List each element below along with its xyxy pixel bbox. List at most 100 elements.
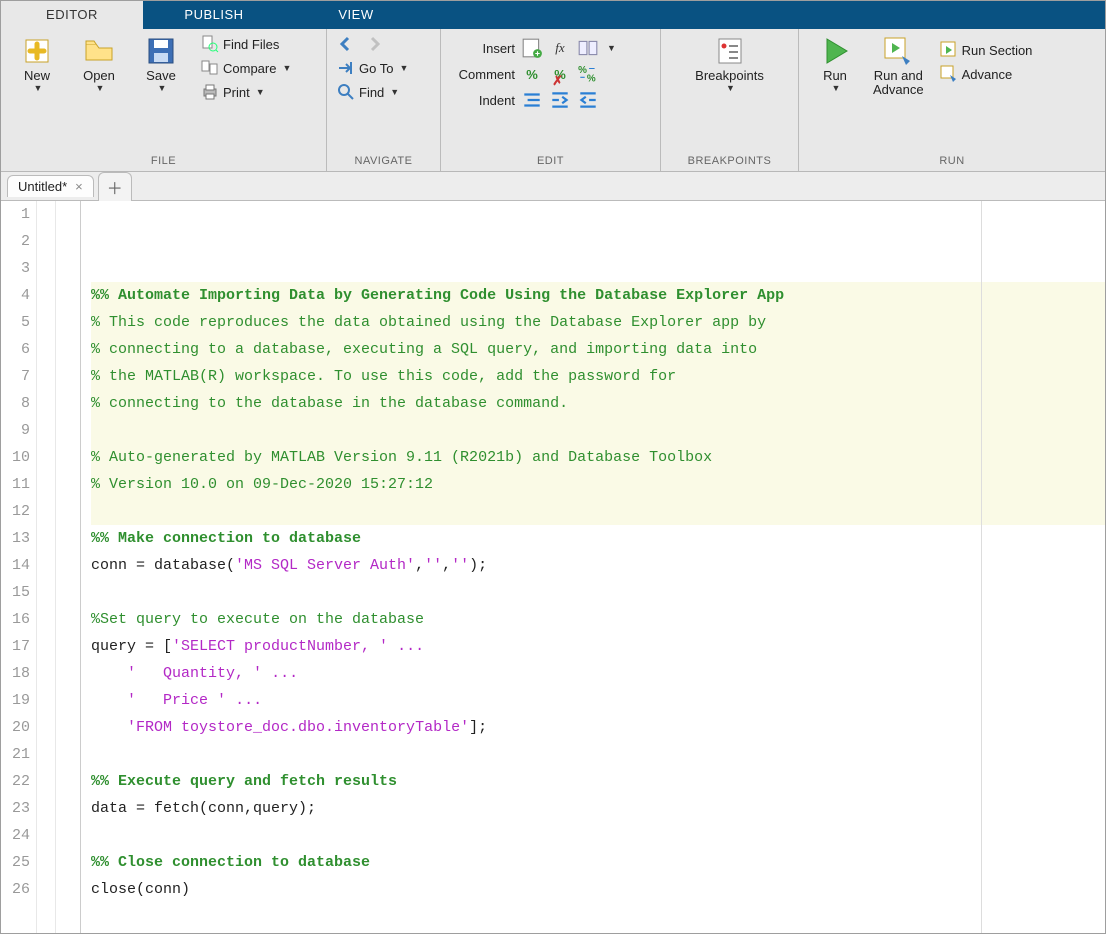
code-line[interactable] bbox=[91, 822, 1105, 849]
run-button[interactable]: Run ▼ bbox=[805, 33, 865, 95]
code-line[interactable]: %% Automate Importing Data by Generating… bbox=[91, 282, 1105, 309]
ribbon-group-navigate: Go To▼ Find▼ NAVIGATE bbox=[327, 29, 441, 171]
indent-left-button[interactable] bbox=[577, 89, 599, 111]
code-line[interactable] bbox=[91, 579, 1105, 606]
find-button[interactable]: Find▼ bbox=[333, 81, 412, 103]
comment-button[interactable]: % bbox=[521, 63, 543, 85]
code-line[interactable]: %% Clear variables bbox=[91, 930, 1105, 934]
svg-text:%: % bbox=[578, 65, 587, 76]
group-title-file: FILE bbox=[1, 153, 326, 171]
compare-icon bbox=[201, 59, 219, 77]
chevron-down-icon: ▼ bbox=[726, 83, 735, 93]
code-line[interactable]: % connecting to the database in the data… bbox=[91, 390, 1105, 417]
code-line[interactable]: data = fetch(conn,query); bbox=[91, 795, 1105, 822]
breakpoint-gutter[interactable] bbox=[56, 201, 81, 934]
nav-back-button[interactable] bbox=[333, 33, 359, 55]
chevron-down-icon: ▼ bbox=[158, 83, 167, 93]
chevron-down-icon: ▼ bbox=[282, 63, 291, 73]
comment-label: Comment bbox=[447, 67, 515, 82]
new-file-tab-button[interactable]: ＋ bbox=[98, 172, 132, 201]
chevron-down-icon: ▼ bbox=[256, 87, 265, 97]
chevron-down-icon: ▼ bbox=[390, 87, 399, 97]
code-line[interactable]: % This code reproduces the data obtained… bbox=[91, 309, 1105, 336]
right-margin-line bbox=[981, 201, 982, 934]
print-button[interactable]: Print ▼ bbox=[197, 81, 295, 103]
insert-label: Insert bbox=[447, 41, 515, 56]
nav-forward-button[interactable] bbox=[361, 33, 387, 55]
plus-icon bbox=[21, 35, 53, 67]
ribbon-group-breakpoints: Breakpoints ▼ BREAKPOINTS bbox=[661, 29, 799, 171]
indent-right-button[interactable] bbox=[549, 89, 571, 111]
code-line[interactable] bbox=[91, 903, 1105, 930]
code-line[interactable]: conn = database('MS SQL Server Auth','',… bbox=[91, 552, 1105, 579]
ribbon: New ▼ Open ▼ Save ▼ Find Files bbox=[1, 29, 1105, 172]
wrap-comment-button[interactable]: %% bbox=[577, 63, 599, 85]
run-section-icon bbox=[940, 41, 958, 59]
file-tabs: Untitled* × ＋ bbox=[1, 172, 1105, 201]
code-line[interactable]: % Auto-generated by MATLAB Version 9.11 … bbox=[91, 444, 1105, 471]
new-button[interactable]: New ▼ bbox=[7, 33, 67, 95]
code-line[interactable]: % the MATLAB(R) workspace. To use this c… bbox=[91, 363, 1105, 390]
floppy-icon bbox=[145, 35, 177, 67]
play-advance-icon bbox=[882, 35, 914, 67]
code-line[interactable]: % Version 10.0 on 09-Dec-2020 15:27:12 bbox=[91, 471, 1105, 498]
code-line[interactable]: ' Price ' ... bbox=[91, 687, 1105, 714]
code-line[interactable]: query = ['SELECT productNumber, ' ... bbox=[91, 633, 1105, 660]
code-line[interactable]: 'FROM toystore_doc.dbo.inventoryTable']; bbox=[91, 714, 1105, 741]
svg-text:%: % bbox=[587, 74, 596, 85]
goto-icon bbox=[337, 59, 355, 77]
smart-indent-button[interactable] bbox=[521, 89, 543, 111]
chevron-down-icon: ▼ bbox=[607, 43, 616, 53]
advance-button[interactable]: Advance bbox=[936, 63, 1037, 85]
code-line[interactable]: %% Close connection to database bbox=[91, 849, 1105, 876]
find-files-button[interactable]: Find Files bbox=[197, 33, 295, 55]
fold-gutter bbox=[37, 201, 56, 934]
arrow-right-icon bbox=[365, 35, 383, 53]
insert-fx-button[interactable]: fx bbox=[549, 37, 571, 59]
chevron-down-icon: ▼ bbox=[96, 83, 105, 93]
code-line[interactable]: close(conn) bbox=[91, 876, 1105, 903]
ribbon-group-run: Run ▼ Run and Advance Run Section Advanc… bbox=[799, 29, 1105, 171]
play-icon bbox=[819, 35, 851, 67]
group-title-run: RUN bbox=[799, 153, 1105, 171]
breakpoints-button[interactable]: Breakpoints ▼ bbox=[689, 33, 770, 95]
line-number-gutter: 1234567891011121314151617181920212223242… bbox=[1, 201, 37, 934]
close-icon[interactable]: × bbox=[75, 179, 83, 194]
run-section-button[interactable]: Run Section bbox=[936, 39, 1037, 61]
open-button[interactable]: Open ▼ bbox=[69, 33, 129, 95]
file-tab-untitled[interactable]: Untitled* × bbox=[7, 175, 94, 197]
code-area[interactable]: %% Automate Importing Data by Generating… bbox=[81, 201, 1105, 934]
code-line[interactable] bbox=[91, 417, 1105, 444]
code-line[interactable]: %Set query to execute on the database bbox=[91, 606, 1105, 633]
code-line[interactable] bbox=[91, 741, 1105, 768]
code-line[interactable]: % connecting to a database, executing a … bbox=[91, 336, 1105, 363]
tab-publish[interactable]: PUBLISH bbox=[143, 1, 285, 29]
goto-button[interactable]: Go To▼ bbox=[333, 57, 412, 79]
insert-var-button[interactable] bbox=[577, 37, 599, 59]
group-title-bp: BREAKPOINTS bbox=[661, 153, 798, 171]
code-line[interactable]: ' Quantity, ' ... bbox=[91, 660, 1105, 687]
tab-editor[interactable]: EDITOR bbox=[1, 0, 143, 29]
toolstrip-tabs: EDITOR PUBLISH VIEW bbox=[1, 1, 1105, 29]
compare-button[interactable]: Compare ▼ bbox=[197, 57, 295, 79]
code-line[interactable] bbox=[91, 498, 1105, 525]
ribbon-group-file: New ▼ Open ▼ Save ▼ Find Files bbox=[1, 29, 327, 171]
uncomment-button[interactable]: %✗ bbox=[549, 63, 571, 85]
matlab-editor-window: EDITOR PUBLISH VIEW New ▼ Open ▼ Sav bbox=[0, 0, 1106, 934]
run-and-advance-button[interactable]: Run and Advance bbox=[867, 33, 930, 99]
group-title-edit: EDIT bbox=[441, 153, 660, 171]
advance-icon bbox=[940, 65, 958, 83]
arrow-left-icon bbox=[337, 35, 355, 53]
tab-view[interactable]: VIEW bbox=[285, 1, 427, 29]
save-button[interactable]: Save ▼ bbox=[131, 33, 191, 95]
chevron-down-icon: ▼ bbox=[399, 63, 408, 73]
file-tab-label: Untitled* bbox=[18, 179, 67, 194]
code-line[interactable]: %% Make connection to database bbox=[91, 525, 1105, 552]
chevron-down-icon: ▼ bbox=[832, 83, 841, 93]
insert-section-button[interactable] bbox=[521, 37, 543, 59]
search-icon bbox=[337, 83, 355, 101]
code-line[interactable]: %% Execute query and fetch results bbox=[91, 768, 1105, 795]
group-title-navigate: NAVIGATE bbox=[327, 153, 440, 171]
find-files-icon bbox=[201, 35, 219, 53]
chevron-down-icon: ▼ bbox=[34, 83, 43, 93]
